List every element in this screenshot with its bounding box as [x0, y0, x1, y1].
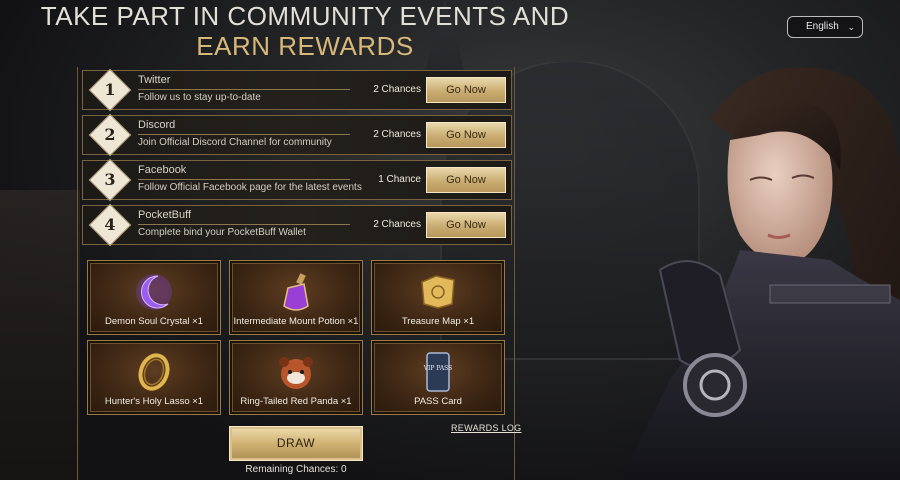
- go-now-button[interactable]: Go Now: [426, 167, 506, 193]
- task-facebook: 3 Facebook Follow Official Facebook page…: [82, 158, 512, 202]
- task-divider: [138, 89, 350, 90]
- task-chances: 2 Chances: [373, 219, 421, 230]
- task-chances: 1 Chance: [378, 174, 421, 185]
- task-title: Twitter: [138, 74, 171, 86]
- reward-card: Ring-Tailed Red Panda ×1: [229, 340, 363, 415]
- red-panda-icon: [279, 357, 313, 389]
- page-heading: TAKE PART IN COMMUNITY EVENTS AND EARN R…: [0, 0, 610, 61]
- pass-card-text: VIP PASS: [423, 365, 453, 372]
- task-description: Follow us to stay up-to-date: [138, 92, 261, 103]
- task-twitter: 1 Twitter Follow us to stay up-to-date 2…: [82, 68, 512, 112]
- heading-line-2: EARN REWARDS: [196, 31, 414, 61]
- reward-card: Hunter's Holy Lasso ×1: [87, 340, 221, 415]
- task-divider: [138, 134, 350, 135]
- task-title: PocketBuff: [138, 209, 191, 221]
- rewards-log-link[interactable]: REWARDS LOG: [451, 423, 521, 433]
- reward-card: Demon Soul Crystal ×1: [87, 260, 221, 335]
- task-description: Complete bind your PocketBuff Wallet: [138, 227, 306, 238]
- task-chances: 2 Chances: [373, 129, 421, 140]
- reward-label: Intermediate Mount Potion ×1: [233, 316, 359, 327]
- heading-line-1: TAKE PART IN COMMUNITY EVENTS AND: [40, 1, 570, 31]
- task-discord: 2 Discord Join Official Discord Channel …: [82, 113, 512, 157]
- background-ruins: [0, 190, 80, 480]
- potion-flask-icon: [283, 273, 309, 311]
- task-title: Facebook: [138, 164, 187, 176]
- number-badge-icon: 1: [88, 68, 132, 112]
- reward-label: Ring-Tailed Red Panda ×1: [240, 396, 352, 407]
- reward-card: Treasure Map ×1: [371, 260, 505, 335]
- go-now-button[interactable]: Go Now: [426, 122, 506, 148]
- task-description: Follow Official Facebook page for the la…: [138, 182, 362, 193]
- reward-card: Intermediate Mount Potion ×1: [229, 260, 363, 335]
- language-selector[interactable]: English ⌄: [787, 16, 863, 38]
- reward-card: VIP PASS PASS Card: [371, 340, 505, 415]
- task-divider: [138, 179, 350, 180]
- reward-label: PASS Card: [414, 396, 462, 407]
- reward-label: Treasure Map ×1: [401, 316, 475, 327]
- reward-label: Demon Soul Crystal ×1: [105, 316, 203, 327]
- reward-label: Hunter's Holy Lasso ×1: [104, 396, 204, 407]
- number-badge-icon: 2: [88, 113, 132, 157]
- crescent-crystal-icon: [136, 274, 172, 310]
- task-chances: 2 Chances: [373, 84, 421, 95]
- pass-card-icon: VIP PASS: [423, 352, 453, 392]
- go-now-button[interactable]: Go Now: [426, 77, 506, 103]
- draw-button[interactable]: DRAW: [229, 426, 363, 461]
- task-description: Join Official Discord Channel for commun…: [138, 137, 332, 148]
- number-badge-icon: 3: [88, 158, 132, 202]
- task-pocketbuff: 4 PocketBuff Complete bind your PocketBu…: [82, 203, 512, 247]
- golden-lasso-icon: [138, 353, 170, 391]
- go-now-button[interactable]: Go Now: [426, 212, 506, 238]
- treasure-map-icon: [421, 275, 455, 309]
- number-badge-icon: 4: [88, 203, 132, 247]
- language-label: English: [806, 21, 839, 32]
- remaining-chances: Remaining Chances: 0: [245, 464, 347, 475]
- task-title: Discord: [138, 119, 176, 131]
- chevron-down-icon: ⌄: [847, 22, 855, 32]
- task-divider: [138, 224, 350, 225]
- character-artwork: [620, 67, 900, 480]
